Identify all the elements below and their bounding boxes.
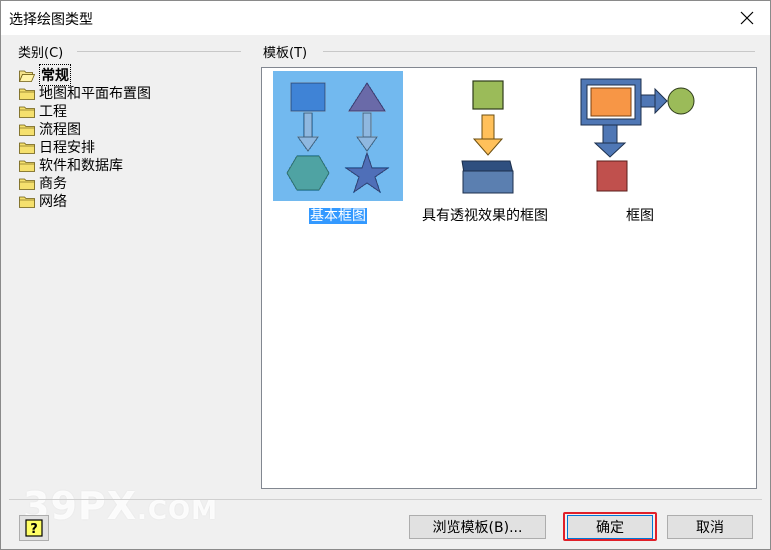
- category-label: 类别(C): [18, 46, 64, 61]
- category-tree: 常规 地图和平面布置图 工程 流程图 日程安排 软件和数据库 商务 网络: [15, 64, 245, 485]
- category-item-business[interactable]: 商务: [19, 174, 67, 192]
- perspective-block-diagram-thumbnail: [420, 71, 550, 201]
- category-item-software-database[interactable]: 软件和数据库: [19, 156, 123, 174]
- folder-icon: [19, 160, 35, 172]
- folder-open-icon: [19, 70, 35, 82]
- category-item-engineering[interactable]: 工程: [19, 102, 67, 120]
- help-button[interactable]: ?: [19, 515, 49, 541]
- dialog-window: 选择绘图类型 类别(C) 模板(T) 常规 地图和平面布置图 工程 流程图 日程…: [0, 0, 771, 550]
- browse-templates-label: 浏览模板(B)...: [432, 520, 523, 536]
- help-icon: ?: [25, 519, 43, 537]
- template-list: 基本框图 具有透视效果的框图 框图: [261, 67, 757, 489]
- folder-icon: [19, 196, 35, 208]
- category-item-network[interactable]: 网络: [19, 192, 67, 210]
- folder-icon: [19, 124, 35, 136]
- category-item-label: 日程安排: [39, 140, 95, 156]
- category-item-general[interactable]: 常规: [19, 64, 71, 86]
- template-item-block[interactable]: 框图: [575, 71, 705, 224]
- category-item-label: 流程图: [39, 122, 81, 138]
- template-item-label: 具有透视效果的框图: [422, 208, 548, 224]
- close-button[interactable]: [724, 1, 770, 35]
- svg-text:?: ?: [30, 522, 38, 537]
- template-item-basic-block[interactable]: 基本框图: [273, 71, 403, 224]
- close-icon: [740, 11, 754, 25]
- cancel-label: 取消: [696, 520, 724, 536]
- title-bar: 选择绘图类型: [1, 1, 770, 35]
- category-item-label: 商务: [39, 176, 67, 192]
- window-title: 选择绘图类型: [9, 12, 93, 28]
- cancel-button[interactable]: 取消: [667, 515, 753, 539]
- footer-separator: [9, 499, 762, 500]
- category-separator: [77, 51, 241, 52]
- template-separator: [323, 51, 755, 52]
- category-item-label: 网络: [39, 194, 67, 210]
- category-item-maps[interactable]: 地图和平面布置图: [19, 84, 151, 102]
- template-item-label: 基本框图: [309, 208, 367, 224]
- category-item-flowchart[interactable]: 流程图: [19, 120, 81, 138]
- highlight-annotation: [563, 512, 657, 541]
- template-label: 模板(T): [263, 46, 308, 61]
- folder-icon: [19, 88, 35, 100]
- category-item-label: 工程: [39, 104, 67, 120]
- folder-icon: [19, 142, 35, 154]
- template-item-label: 框图: [626, 208, 654, 224]
- browse-templates-button[interactable]: 浏览模板(B)...: [409, 515, 546, 539]
- category-item-label: 地图和平面布置图: [39, 86, 151, 102]
- block-diagram-thumbnail: [575, 71, 705, 201]
- category-item-schedule[interactable]: 日程安排: [19, 138, 95, 156]
- folder-icon: [19, 106, 35, 118]
- folder-icon: [19, 178, 35, 190]
- template-item-perspective-block[interactable]: 具有透视效果的框图: [420, 71, 550, 224]
- category-item-label: 软件和数据库: [39, 158, 123, 174]
- watermark: 39PX.COM: [23, 484, 218, 528]
- basic-block-diagram-thumbnail: [273, 71, 403, 201]
